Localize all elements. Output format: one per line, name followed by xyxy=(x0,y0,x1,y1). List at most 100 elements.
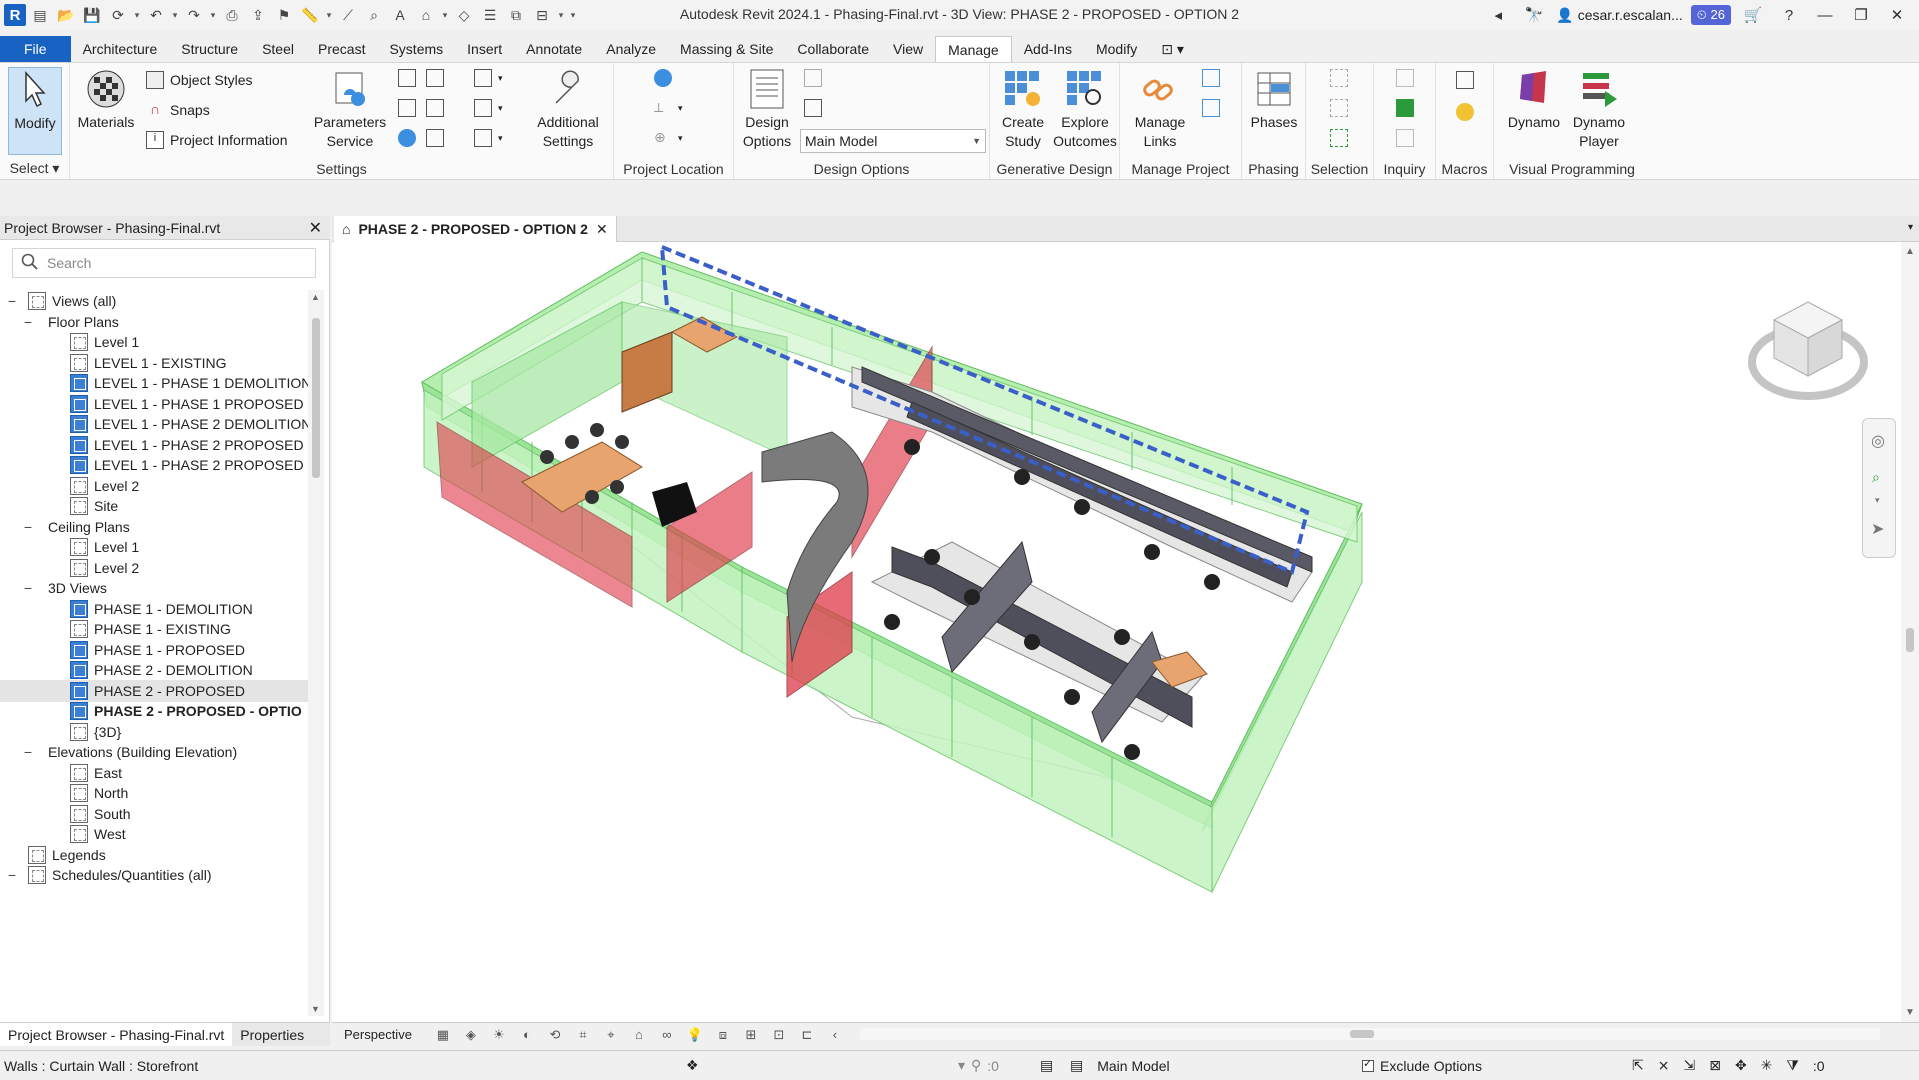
ids-of-selection-button[interactable] xyxy=(1396,69,1414,87)
settings-small-col-3[interactable]: ▾ xyxy=(474,129,503,147)
tab-analyze[interactable]: Analyze xyxy=(594,36,668,62)
zoom-icon[interactable]: ⌕ xyxy=(1872,469,1880,486)
location-button[interactable] xyxy=(654,69,672,87)
manage-images-button[interactable] xyxy=(1202,69,1220,87)
binoculars-icon[interactable]: 🔭 xyxy=(1520,6,1548,24)
tree-item[interactable]: Site xyxy=(0,495,308,517)
tree-item[interactable]: PHASE 2 - PROPOSED - OPTIO xyxy=(0,700,308,722)
filter-icon[interactable]: ⧩ xyxy=(1786,1057,1799,1074)
transfer-standards-icon[interactable] xyxy=(426,69,444,87)
open-icon[interactable]: 📂 xyxy=(54,4,78,26)
tree-item[interactable]: {3D} xyxy=(0,721,308,743)
tree-item[interactable]: Level 1 xyxy=(0,536,308,558)
decal-types-button[interactable] xyxy=(1202,99,1220,117)
view-tab[interactable]: ⌂ PHASE 2 - PROPOSED - OPTION 2 ✕ xyxy=(334,216,617,242)
sync-dropdown-icon[interactable]: ▾ xyxy=(132,10,142,21)
view-vertical-scrollbar[interactable]: ▲ ▼ xyxy=(1901,242,1919,1022)
close-view-icon[interactable]: ✕ xyxy=(596,221,608,238)
project-info-button[interactable]: i Project Information xyxy=(146,131,288,149)
tab-file[interactable]: File xyxy=(0,36,71,62)
tree-item[interactable]: PHASE 1 - EXISTING xyxy=(0,618,308,640)
close-icon[interactable]: ✕ xyxy=(309,218,322,238)
tag-dimension-icon[interactable]: ⌕ xyxy=(362,4,386,26)
lock-3d-icon[interactable]: ⌂ xyxy=(628,1026,650,1044)
position-button[interactable]: ⊕ ▾ xyxy=(654,129,683,147)
edit-selection-button[interactable] xyxy=(1330,129,1348,147)
help-icon[interactable]: ? xyxy=(1775,7,1803,24)
section-icon[interactable]: ◇ xyxy=(452,4,476,26)
measure-icon[interactable]: 📏 xyxy=(298,4,322,26)
view-hscroll-thumb[interactable] xyxy=(1350,1030,1374,1038)
tree-item[interactable]: − Floor Plans xyxy=(0,311,308,333)
cart-icon[interactable]: 🛒 xyxy=(1739,6,1767,24)
tab-structure[interactable]: Structure xyxy=(169,36,250,62)
select-panel-label[interactable]: Select ▾ xyxy=(0,160,69,177)
explore-outcomes-button[interactable]: Explore Outcomes xyxy=(1052,67,1118,151)
load-selection-button[interactable] xyxy=(1330,99,1348,117)
analytical-icon[interactable]: ⊞ xyxy=(740,1026,762,1044)
tree-item[interactable]: PHASE 2 - PROPOSED xyxy=(0,679,308,702)
browser-scroll-thumb[interactable] xyxy=(312,318,320,478)
create-study-button[interactable]: Create Study xyxy=(994,67,1052,151)
tab-massing-site[interactable]: Massing & Site xyxy=(668,36,785,62)
drag-elements-icon[interactable]: ✥ xyxy=(1735,1057,1747,1074)
tree-item[interactable]: −3D Views xyxy=(0,577,308,599)
tree-item[interactable]: LEVEL 1 - PHASE 1 PROPOSED xyxy=(0,393,308,415)
zoom-dropdown-icon[interactable]: ▾ xyxy=(1875,495,1880,506)
redo-dropdown-icon[interactable]: ▾ xyxy=(208,10,218,21)
tree-item[interactable]: Level 2 xyxy=(0,557,308,579)
highlight-displacement-icon[interactable]: ⊡ xyxy=(768,1026,790,1044)
sync-icon[interactable]: ⟳ xyxy=(106,4,130,26)
phases-button[interactable]: Phases xyxy=(1246,67,1302,132)
select-underlay-icon[interactable]: ⨯ xyxy=(1658,1057,1670,1074)
scroll-down-icon[interactable]: ▼ xyxy=(311,1004,320,1014)
object-styles-button[interactable]: Object Styles xyxy=(146,71,252,89)
worksets-icon[interactable]: ❖ xyxy=(686,1057,699,1074)
tree-item[interactable]: − Ceiling Plans xyxy=(0,516,308,538)
measure-dropdown-icon[interactable]: ▾ xyxy=(324,10,334,21)
dynamo-button[interactable]: Dynamo xyxy=(1506,67,1562,132)
tree-item[interactable]: LEVEL 1 - EXISTING xyxy=(0,352,308,374)
tab-systems[interactable]: Systems xyxy=(377,36,455,62)
collapse-icon[interactable]: − xyxy=(22,314,34,330)
design-option-dropdown[interactable]: Main Model ▼ xyxy=(800,129,986,153)
3d-view-icon[interactable]: ⌂ xyxy=(414,4,438,26)
constraints-icon[interactable]: ⊏ xyxy=(796,1026,818,1044)
redo-icon[interactable]: ↷ xyxy=(182,4,206,26)
dynamo-player-button[interactable]: Dynamo Player xyxy=(1566,67,1632,151)
editing-request-icon[interactable]: ▤ xyxy=(1040,1057,1053,1074)
3d-viewport[interactable] xyxy=(332,242,1901,1022)
render-icon[interactable]: ⟲ xyxy=(544,1026,566,1044)
collapse-icon[interactable]: − xyxy=(22,744,34,760)
reveal-hidden-icon[interactable]: 💡 xyxy=(684,1026,706,1044)
tree-item[interactable]: LEVEL 1 - PHASE 1 DEMOLITION xyxy=(0,372,308,394)
parameters-service-button[interactable]: Parameters Service xyxy=(310,67,390,151)
restore-icon[interactable]: ❐ xyxy=(1847,6,1875,24)
tree-item[interactable]: LEVEL 1 - PHASE 2 DEMOLITION xyxy=(0,413,308,435)
tree-item[interactable]: − Schedules/Quantities (all) xyxy=(0,864,308,886)
coordinates-button[interactable]: ⟂ ▾ xyxy=(654,99,683,117)
tree-item[interactable]: West xyxy=(0,823,308,845)
tab-insert[interactable]: Insert xyxy=(455,36,514,62)
view-scroll-down-icon[interactable]: ▼ xyxy=(1905,1007,1915,1018)
modify-button[interactable]: Modify xyxy=(8,67,62,155)
tab-precast[interactable]: Precast xyxy=(306,36,377,62)
view-scroll-up-icon[interactable]: ▲ xyxy=(1905,246,1915,257)
collapse-icon[interactable]: − xyxy=(22,519,34,535)
tree-item[interactable]: PHASE 1 - PROPOSED xyxy=(0,639,308,661)
view-tab-menu-icon[interactable]: ▾ xyxy=(1908,222,1913,233)
visual-style-icon[interactable]: ◈ xyxy=(460,1026,482,1044)
tree-item[interactable]: Level 2 xyxy=(0,475,308,497)
background-process-icon[interactable]: ✳ xyxy=(1761,1057,1773,1074)
view-horizontal-scrollbar[interactable] xyxy=(860,1028,1880,1040)
collapse-icon[interactable]: − xyxy=(6,867,18,883)
tab-manage[interactable]: Manage xyxy=(935,36,1012,62)
collapse-icon[interactable]: − xyxy=(22,580,34,596)
tab-architecture[interactable]: Architecture xyxy=(71,36,170,62)
tab-steel[interactable]: Steel xyxy=(250,36,306,62)
navigate-icon[interactable]: ➤ xyxy=(1871,519,1884,539)
tree-item[interactable]: − Elevations (Building Elevation) xyxy=(0,741,308,763)
warnings-button[interactable] xyxy=(1396,129,1414,147)
tree-item[interactable]: East xyxy=(0,762,308,784)
tree-item[interactable]: LEVEL 1 - PHASE 2 PROPOSED xyxy=(0,434,308,456)
